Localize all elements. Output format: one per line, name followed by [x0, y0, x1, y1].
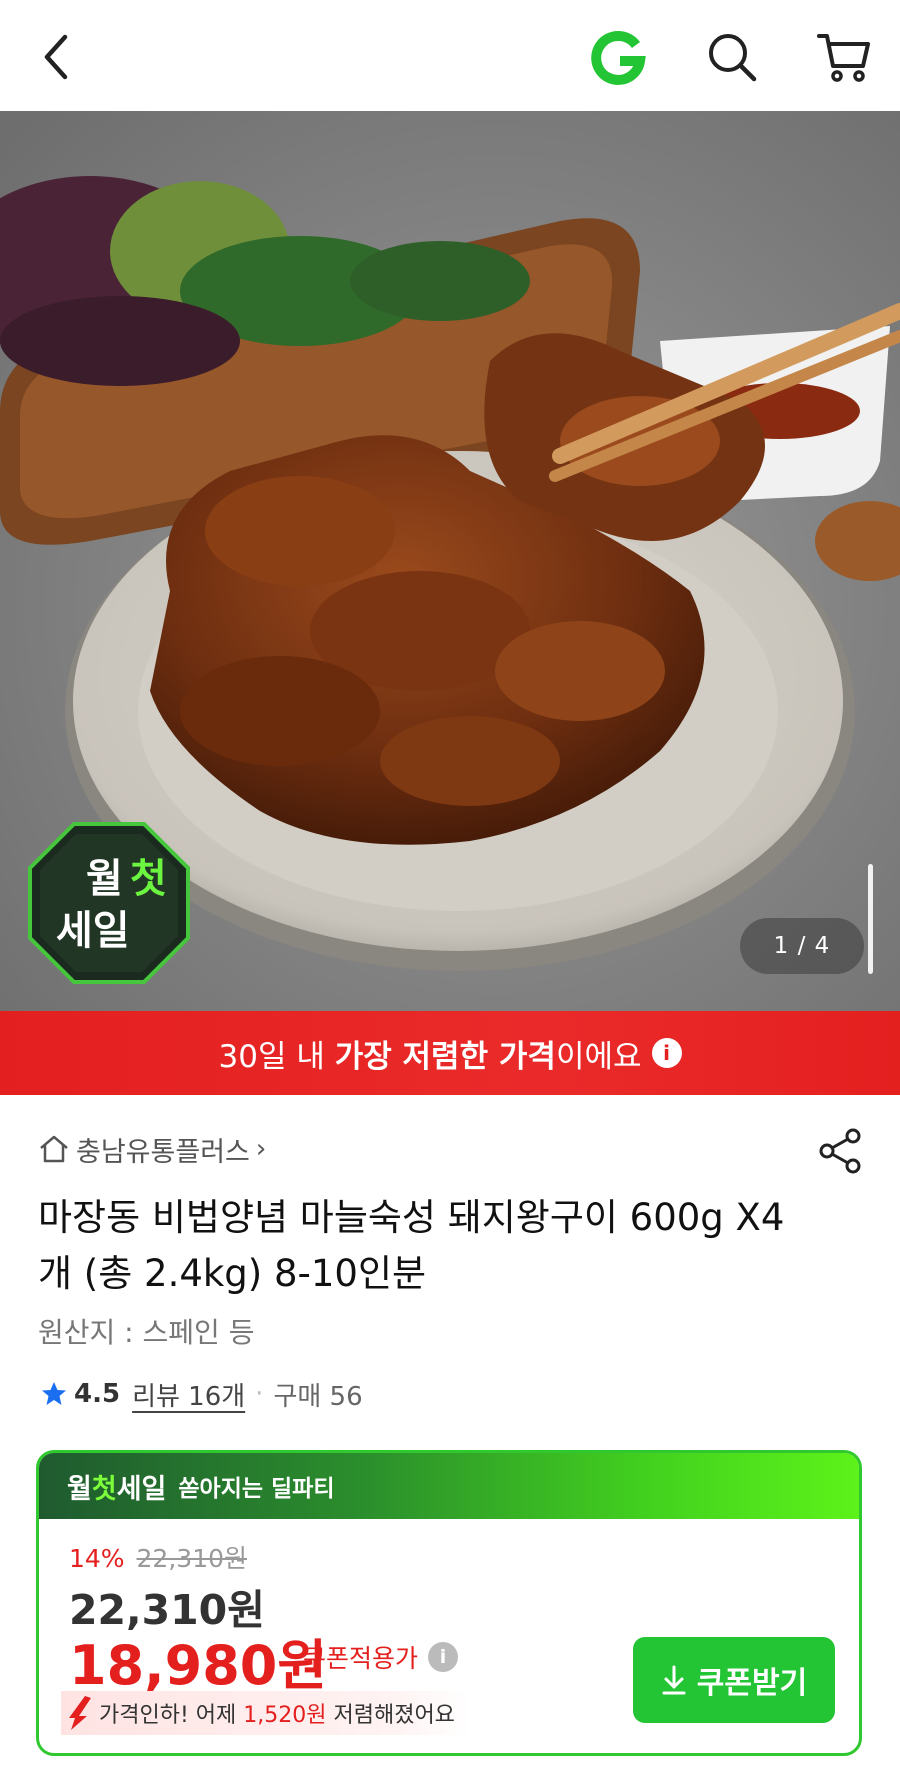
coupon-label-text: 쿠폰적용가 [303, 1644, 419, 1673]
search-button[interactable] [697, 22, 767, 92]
strike-price: 22,310원 [136, 1544, 248, 1573]
download-icon [662, 1665, 686, 1695]
cart-button[interactable] [809, 22, 879, 92]
banner-suffix: 이에요 [555, 1038, 642, 1075]
price-drop-amount: 1,520원 [243, 1703, 327, 1728]
price-drop-notice: 가격인하! 어제 1,520원 저렴해졌어요 [61, 1691, 471, 1735]
rating-score: 4.5 [74, 1379, 121, 1409]
seller-link[interactable]: 충남유통플러스 › [38, 1128, 266, 1170]
store-home-icon [40, 1135, 68, 1163]
coupon-price-label: 쿠폰적용가 i [303, 1639, 459, 1675]
deal-subtitle: 쏟아지는 딜파티 [178, 1476, 335, 1502]
banner-highlight: 가장 저렴한 가격 [334, 1038, 556, 1075]
price-drop-text-2: 저렴해졌어요 [326, 1703, 455, 1728]
banner-prefix: 30일 내 [218, 1038, 335, 1075]
coupon-final-price: 18,980원 [69, 1634, 328, 1697]
get-coupon-button[interactable]: 쿠폰받기 [633, 1637, 835, 1723]
badge-text-3: 세일 [56, 908, 130, 954]
cart-icon [817, 34, 870, 82]
price-drop-text-1: 가격인하! 어제 [99, 1703, 244, 1728]
price-down-arrow-icon [69, 1696, 91, 1730]
image-counter: 1 / 4 [740, 918, 864, 974]
coupon-button-label: 쿠폰받기 [696, 1666, 808, 1701]
top-app-bar [0, 0, 900, 111]
product-origin: 원산지 : 스페인 등 [38, 1316, 255, 1349]
badge-text-2: 첫 [130, 856, 167, 902]
badge-text-1: 월 [86, 856, 123, 902]
seller-name: 충남유통플러스 [76, 1136, 250, 1168]
star-icon [42, 1382, 66, 1405]
rating-row: 4.5 리뷰 16개 · 구매 56 [40, 1374, 363, 1414]
discount-row: 14% 22,310원 [69, 1539, 247, 1575]
share-button[interactable] [815, 1126, 865, 1176]
search-icon [709, 34, 757, 82]
deal-brand-2: 첫 [91, 1473, 117, 1505]
deal-card: 월 첫 세일 쏟아지는 딜파티 14% 22,310원 22,310원 18,980… [36, 1450, 862, 1756]
info-icon[interactable]: i [428, 1642, 459, 1672]
deal-brand-1: 월 [67, 1473, 92, 1505]
gmarket-g-logo-icon [591, 31, 646, 85]
lowest-price-banner[interactable]: 30일 내 가장 저렴한 가격 이에요 i [0, 1011, 900, 1095]
deal-brand-3: 세일 [116, 1473, 167, 1505]
chevron-left-icon [44, 34, 68, 80]
chevron-right-icon: › [255, 1134, 267, 1164]
info-icon[interactable]: i [651, 1038, 682, 1068]
product-image-carousel[interactable]: 월 첫 세일 1 / 4 [0, 111, 900, 1011]
back-button[interactable] [22, 22, 92, 92]
month-first-sale-badge: 월 첫 세일 [28, 822, 190, 984]
product-title: 마장동 비법양념 마늘숙성 돼지왕구이 600g X4개 (총 2.4kg) 8… [38, 1196, 785, 1295]
reviews-link[interactable]: 리뷰 16개 [132, 1376, 245, 1413]
separator-dot: · [255, 1379, 264, 1409]
deal-card-header: 월 첫 세일 쏟아지는 딜파티 [39, 1453, 859, 1519]
deal-card-body: 14% 22,310원 22,310원 18,980원 쿠폰적용가 i 가격인하… [39, 1519, 859, 1753]
purchase-count: 구매 56 [273, 1381, 363, 1412]
home-logo-button[interactable] [583, 22, 653, 92]
discount-rate: 14% [69, 1544, 125, 1573]
share-icon [819, 1128, 861, 1174]
image-scroll-indicator [868, 864, 873, 974]
